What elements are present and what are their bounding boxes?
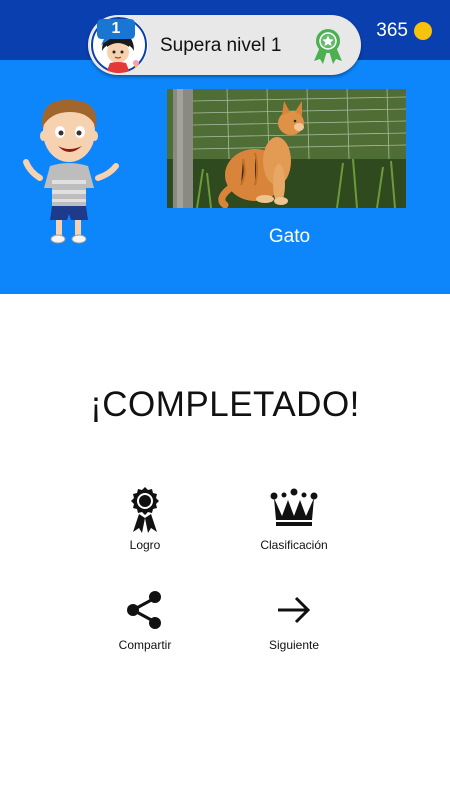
leaderboard-button[interactable]: Clasificación	[219, 486, 369, 552]
coin-counter: 365	[376, 20, 432, 42]
next-label: Siguiente	[268, 638, 320, 652]
level-number-badge: 1	[96, 18, 136, 46]
word-image-cat	[167, 89, 406, 208]
leaderboard-label: Clasificación	[260, 538, 328, 552]
boy-character	[23, 99, 119, 244]
share-icon	[127, 591, 161, 629]
coin-count: 365	[376, 20, 408, 41]
award-ribbon-icon	[314, 29, 342, 64]
completed-title: ¡COMPLETADO!	[90, 385, 360, 424]
level-title: Supera nivel 1	[160, 35, 282, 56]
next-button[interactable]: Siguiente	[219, 586, 369, 652]
arrow-right-icon	[278, 596, 311, 624]
share-button[interactable]: Compartir	[70, 586, 220, 652]
achievement-label: Logro	[129, 538, 161, 552]
level-number: 1	[111, 20, 121, 37]
crown-icon	[270, 488, 318, 526]
medal-icon	[131, 487, 159, 533]
word-caption: Gato	[268, 226, 311, 247]
share-label: Compartir	[118, 638, 172, 652]
achievement-button[interactable]: Logro	[70, 486, 220, 552]
coin-icon	[414, 22, 432, 40]
